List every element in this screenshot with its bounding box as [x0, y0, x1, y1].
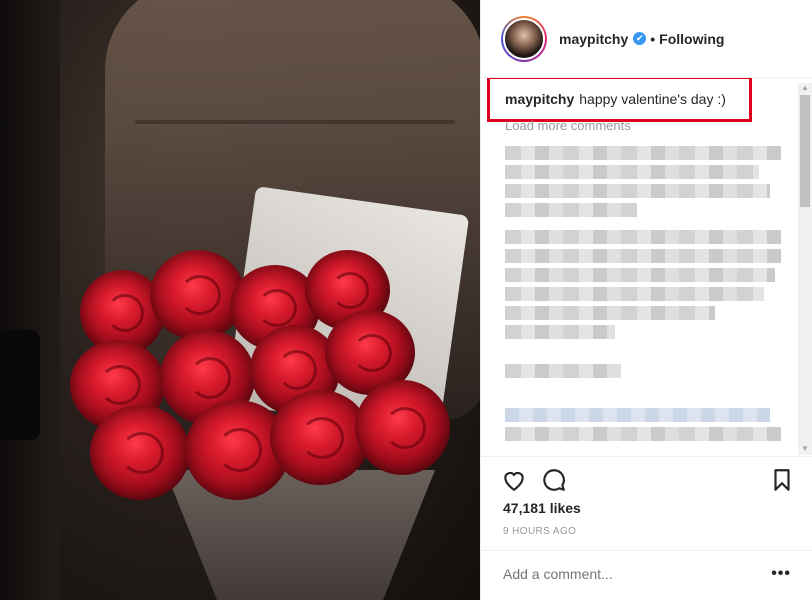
blurred-comment — [505, 364, 781, 383]
blurred-line — [505, 306, 715, 320]
seat-seam — [135, 120, 455, 124]
instagram-post: maypitchy ✔ • Following maypitchy happy v… — [0, 0, 812, 600]
rose — [90, 405, 190, 500]
add-comment-input[interactable] — [503, 566, 753, 582]
add-comment-bar: ••• — [481, 550, 812, 600]
blurred-line — [505, 427, 781, 441]
post-side-panel: maypitchy ✔ • Following maypitchy happy v… — [480, 0, 812, 600]
comments-scrollbar[interactable]: ▲ ▼ — [798, 83, 812, 455]
caption-text: happy valentine's day :) — [579, 91, 726, 107]
blurred-line — [505, 203, 638, 217]
blurred-line — [505, 408, 770, 422]
avatar-image — [503, 17, 545, 60]
post-timestamp: 9 HOURS AGO — [503, 526, 577, 537]
rose-bouquet — [70, 230, 460, 530]
scrollbar-thumb[interactable] — [800, 95, 810, 207]
post-header: maypitchy ✔ • Following — [481, 0, 812, 78]
blurred-comment — [505, 230, 781, 344]
blurred-line — [505, 325, 616, 339]
heart-icon[interactable] — [501, 467, 527, 493]
post-photo[interactable] — [0, 0, 480, 600]
separator-dot: • — [650, 30, 656, 47]
blurred-comment — [505, 146, 781, 222]
caption-username[interactable]: maypitchy — [505, 91, 574, 107]
blurred-line — [505, 146, 781, 160]
blurred-comment — [505, 408, 781, 446]
blurred-line — [505, 165, 759, 179]
scroll-up-arrow-icon[interactable]: ▲ — [801, 83, 809, 92]
blurred-line — [505, 230, 781, 244]
blurred-line — [505, 268, 776, 282]
comment-icon[interactable] — [541, 467, 567, 493]
rose — [355, 380, 450, 475]
blurred-line — [505, 364, 621, 378]
post-actions — [481, 456, 812, 500]
more-options-icon[interactable]: ••• — [771, 565, 791, 583]
comments-area: maypitchy happy valentine's day :) Load m… — [481, 78, 812, 456]
blurred-line — [505, 184, 770, 198]
scroll-down-arrow-icon[interactable]: ▼ — [801, 444, 809, 453]
blurred-line — [505, 249, 781, 263]
header-username[interactable]: maypitchy — [559, 31, 628, 47]
verified-badge-icon: ✔ — [633, 32, 647, 45]
car-vent — [0, 330, 40, 440]
likes-count[interactable]: 47,181 likes — [503, 500, 581, 516]
car-door — [0, 0, 60, 600]
blurred-line — [505, 287, 765, 301]
load-more-comments-link[interactable]: Load more comments — [505, 118, 631, 133]
bookmark-icon[interactable] — [769, 467, 795, 493]
rose — [270, 390, 370, 485]
following-button[interactable]: Following — [659, 31, 724, 47]
post-caption: maypitchy happy valentine's day :) — [505, 91, 726, 107]
avatar[interactable] — [501, 15, 547, 62]
